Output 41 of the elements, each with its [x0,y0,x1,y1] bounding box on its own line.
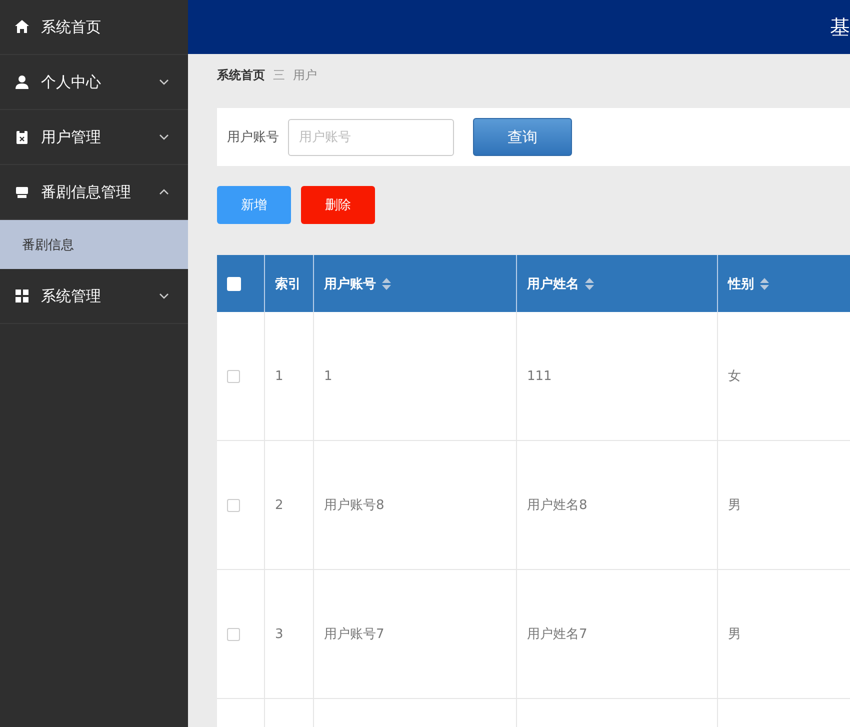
row-checkbox[interactable] [227,628,240,640]
breadcrumb-item: 用户 [293,66,317,84]
grid-icon [14,288,30,304]
table-cell: 男 [718,441,850,570]
header-title: 基 [830,14,850,40]
table-cell: 111 [517,312,718,441]
chevron-icon [158,292,170,300]
table-cell: 用户账号8 [314,441,517,570]
column-header: 索引 [265,255,314,312]
table-cell: 女 [718,312,850,441]
box-icon [14,184,30,200]
table-cell: 1 [265,312,314,441]
sort-icon [382,278,391,290]
table-cell: 3 [265,570,314,699]
breadcrumb-item[interactable]: 系统首页 [217,66,265,84]
row-checkbox[interactable] [227,370,240,382]
account-input[interactable]: 用户账号 [288,118,454,156]
clipboard-icon [14,129,30,145]
table-cell: 2 [265,441,314,570]
home-icon [14,19,30,35]
chevron-icon [158,78,170,86]
query-button[interactable]: 查询 [473,118,572,156]
table-cell: 用户姓名8 [517,441,718,570]
chevron-icon [158,188,170,196]
field-label: 用户账号 [227,129,279,146]
column-header[interactable]: 用户账号 [314,255,517,312]
column-header[interactable]: 性别 [718,255,850,312]
sidebar-subitem[interactable]: 番剧信息 [0,220,188,269]
select-all-checkbox[interactable] [227,276,241,290]
table-cell: 用户姓名7 [517,570,718,699]
sort-icon [760,278,769,290]
table-cell: 用户账号7 [314,570,517,699]
row-checkbox[interactable] [227,498,240,512]
column-header[interactable]: 用户姓名 [517,255,718,312]
person-icon [14,74,30,90]
table-cell: 1 [314,312,517,441]
table-cell: 男 [718,570,850,699]
delete-button[interactable]: 删除 [301,186,375,224]
breadcrumb-separator: 三 [273,66,285,84]
chevron-icon [158,133,170,141]
sort-icon [585,278,594,290]
